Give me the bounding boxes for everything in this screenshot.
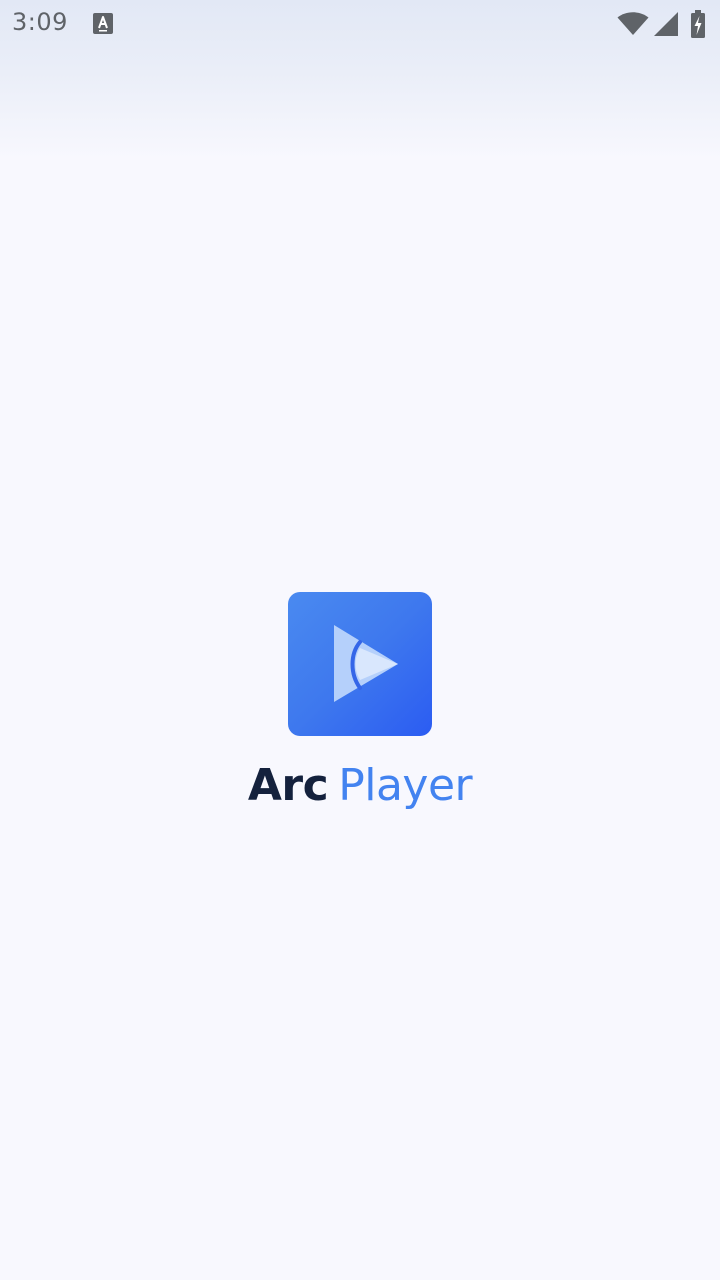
app-name-player: Player	[338, 760, 473, 811]
app-name: Arc Player	[0, 760, 720, 811]
text-a-icon	[93, 13, 113, 34]
splash-screen: Arc Player	[0, 592, 720, 822]
status-time: 3:09	[12, 8, 68, 36]
play-arc-logo-icon	[288, 592, 432, 736]
wifi-icon	[617, 12, 649, 36]
battery-charging-icon	[690, 10, 706, 38]
cell-signal-icon	[654, 12, 678, 36]
status-bar: 3:09	[0, 0, 720, 48]
app-name-arc: Arc	[247, 760, 329, 811]
